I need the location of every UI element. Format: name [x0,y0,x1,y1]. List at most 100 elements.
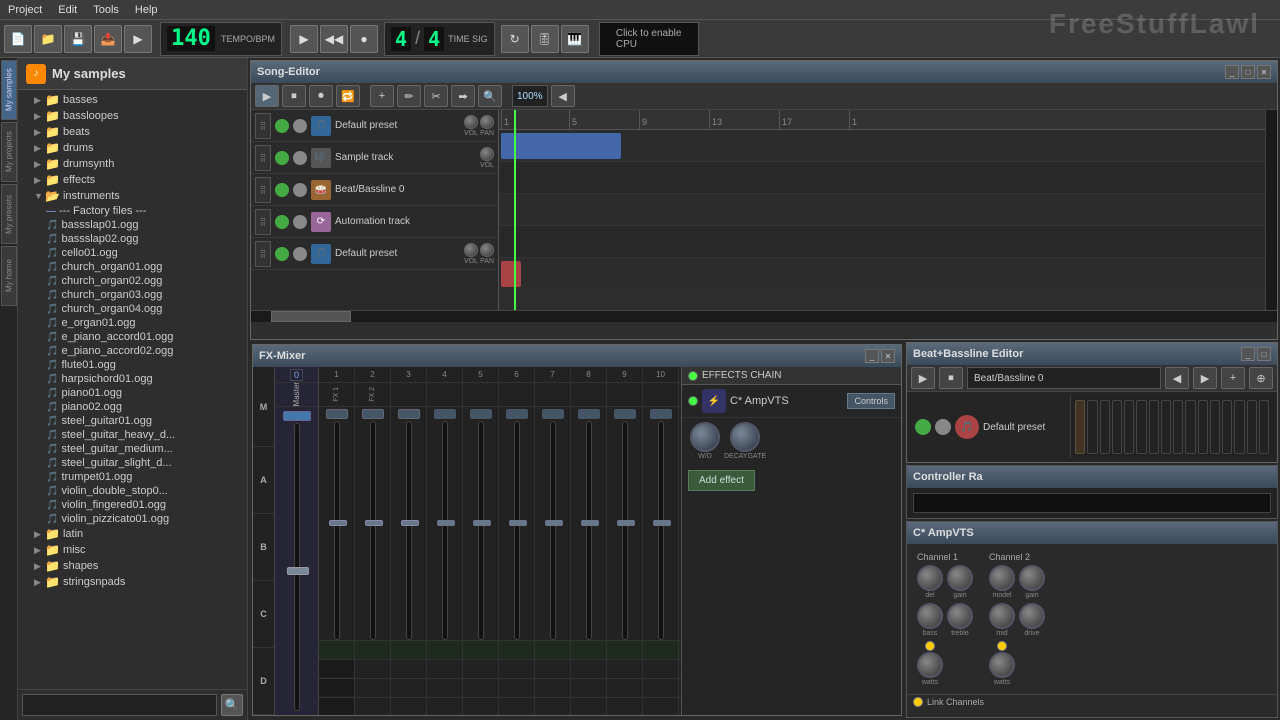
fx-controls-button[interactable]: Controls [847,393,895,409]
file-flute01[interactable]: 🎵 flute01.ogg [18,358,247,372]
track-mute-2[interactable] [275,183,289,197]
song-stop-btn[interactable]: ⏹ [282,85,306,107]
fx5-fader[interactable] [478,421,484,640]
beat-add-btn[interactable]: + [1221,367,1245,389]
master-fader-knob[interactable] [283,411,311,421]
beat-editor-titlebar[interactable]: Beat+Bassline Editor _ □ [907,343,1277,365]
file-steel-guitar01[interactable]: 🎵 steel_guitar01.ogg [18,414,247,428]
sidebar-tab-samples[interactable]: My samples [1,60,17,120]
folder-latin[interactable]: ▶ 📁 latin [18,526,247,542]
fx4-knob[interactable] [434,409,456,419]
song-play-btn[interactable]: ▶ [255,85,279,107]
master-fader-track[interactable] [294,423,300,711]
track-lane-0[interactable] [499,130,1277,162]
menu-edit[interactable]: Edit [50,2,85,18]
track-solo-4[interactable] [293,247,307,261]
beat-stop-btn[interactable]: ⏹ [939,367,963,389]
beat-prev-btn[interactable]: ◀ [1165,367,1189,389]
fx6-handle[interactable] [509,520,527,526]
file-cello01[interactable]: 🎵 cello01.ogg [18,246,247,260]
zoom-out-btn[interactable]: ◀ [551,85,575,107]
fx8-knob[interactable] [578,409,600,419]
fx9-handle[interactable] [617,520,635,526]
track-mute-4[interactable] [275,247,289,261]
file-violin-pizzicato[interactable]: 🎵 violin_pizzicato01.ogg [18,512,247,526]
ampvts-drive-knob[interactable] [1019,603,1045,629]
beat-pad-9[interactable] [1185,400,1195,454]
fx-mixer-titlebar[interactable]: FX-Mixer _ ✕ [253,345,901,367]
song-editor-minimize[interactable]: _ [1225,65,1239,79]
fx1-fader[interactable] [334,421,340,640]
ampvts-ch1-led[interactable] [925,641,935,651]
fx1-fader-handle[interactable] [329,520,347,526]
fx1-send-b[interactable] [319,659,354,677]
beat-pad-1[interactable] [1087,400,1097,454]
sidebar-tab-presets[interactable]: My presets [1,184,17,244]
track-drag-1[interactable]: ⣿ [255,145,271,171]
song-record-btn[interactable]: ⏺ [309,85,333,107]
file-church-organ01[interactable]: 🎵 church_organ01.ogg [18,260,247,274]
file-trumpet01[interactable]: 🎵 trumpet01.ogg [18,470,247,484]
export-button[interactable]: 📤 [94,25,122,53]
master-fader-handle[interactable] [287,567,309,575]
fx2-send-a[interactable] [355,640,390,658]
piano-roll-button[interactable]: 🎹 [561,25,589,53]
ampvts-ch2-led[interactable] [997,641,1007,651]
fx5-handle[interactable] [473,520,491,526]
beat-next-btn[interactable]: ▶ [1193,367,1217,389]
fx2-fader-handle[interactable] [365,520,383,526]
fx8-fader[interactable] [586,421,592,640]
fx2-knob[interactable] [362,409,384,419]
song-zoom-btn[interactable]: 🔍 [478,85,502,107]
stop-button[interactable]: ◀◀ [320,25,348,53]
track-mute-3[interactable] [275,215,289,229]
track-lane-4[interactable] [499,258,1277,290]
file-piano02[interactable]: 🎵 piano02.ogg [18,400,247,414]
fx9-fader[interactable] [622,421,628,640]
fx3-fader[interactable] [406,421,412,640]
track-block-0-0[interactable] [501,133,621,159]
track-drag-3[interactable]: ⣿ [255,209,271,235]
controller-input[interactable] [913,493,1271,513]
beat-solo-btn[interactable] [935,419,951,435]
beat-pad-0[interactable] [1075,400,1085,454]
file-bassslap02[interactable]: 🎵 bassslap02.ogg [18,232,247,246]
file-steel-guitar-slight[interactable]: 🎵 steel_guitar_slight_d... [18,456,247,470]
fx6-knob[interactable] [506,409,528,419]
fx10-fader[interactable] [658,421,664,640]
song-arrow-btn[interactable]: ➡ [451,85,475,107]
fx2-send-c[interactable] [355,678,390,696]
fx7-knob[interactable] [542,409,564,419]
beat-pad-11[interactable] [1210,400,1220,454]
ampvts-titlebar[interactable]: C* AmpVTS [907,522,1277,544]
ampvts-watts-knob[interactable] [917,652,943,678]
beat-editor-minimize[interactable]: _ [1241,347,1255,361]
file-violin-double[interactable]: 🎵 violin_double_stop0... [18,484,247,498]
song-hscroll-thumb[interactable] [271,311,351,322]
open-button[interactable]: 📁 [34,25,62,53]
track-vol-knob-0[interactable] [464,115,478,129]
ampvts-gain-knob[interactable] [947,565,973,591]
folder-drumsynth[interactable]: ▶ 📁 drumsynth [18,156,247,172]
fx-wd-knob[interactable] [690,422,720,452]
song-erase-btn[interactable]: ✂ [424,85,448,107]
fx3-knob[interactable] [398,409,420,419]
track-solo-2[interactable] [293,183,307,197]
file-factory[interactable]: — --- Factory files --- [18,204,247,218]
sidebar-tab-home[interactable]: My home [1,246,17,306]
beat-play-btn[interactable]: ▶ [911,367,935,389]
beat-editor-maximize[interactable]: □ [1257,347,1271,361]
folder-shapes[interactable]: ▶ 📁 shapes [18,558,247,574]
folder-basses[interactable]: ▶ 📁 basses [18,92,247,108]
ampvts-treble-knob[interactable] [947,603,973,629]
ampvts-del-knob[interactable] [917,565,943,591]
menu-tools[interactable]: Tools [85,2,127,18]
beat-clone-btn[interactable]: ⊕ [1249,367,1273,389]
render-button[interactable]: ▶ [124,25,152,53]
beat-pad-13[interactable] [1234,400,1244,454]
link-channels-led[interactable] [913,697,923,707]
fx-decaygate-knob[interactable] [730,422,760,452]
file-church-organ04[interactable]: 🎵 church_organ04.ogg [18,302,247,316]
fx10-knob[interactable] [650,409,672,419]
fx4-handle[interactable] [437,520,455,526]
